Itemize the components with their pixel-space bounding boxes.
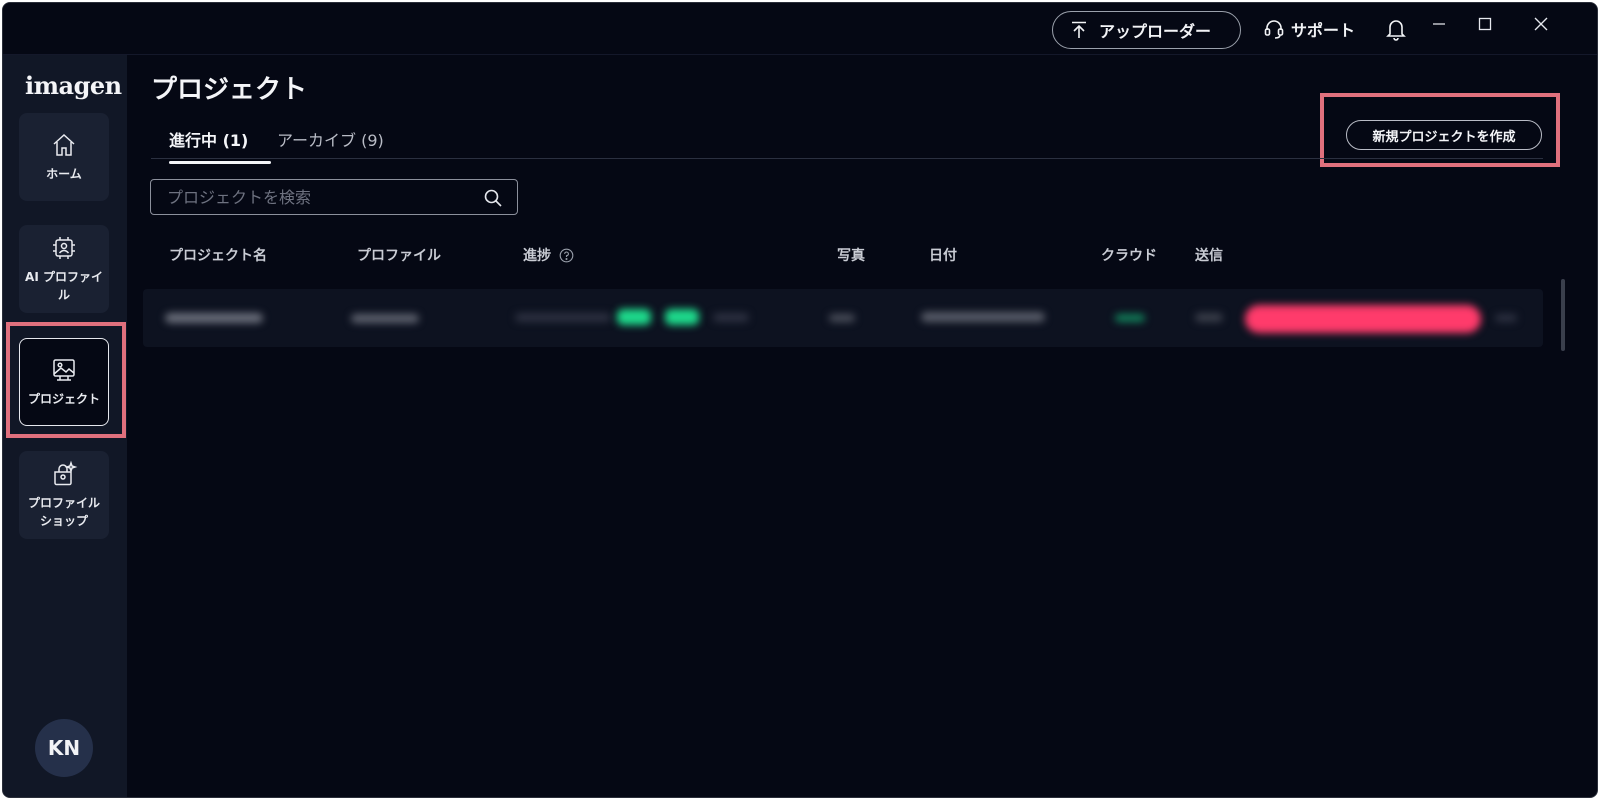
column-header-send[interactable]: 送信 (1195, 245, 1223, 265)
sidebar-item-ai-profile[interactable]: AI プロファイル (19, 225, 109, 313)
help-icon[interactable] (559, 248, 574, 263)
ai-profile-icon (53, 237, 75, 259)
blurred-row-menu[interactable] (1495, 314, 1517, 322)
column-label: 送信 (1195, 248, 1223, 264)
column-label: プロファイル (357, 248, 441, 264)
user-avatar[interactable]: KN (35, 719, 93, 777)
home-icon (53, 133, 75, 156)
minimize-icon (1433, 23, 1445, 25)
column-label: 写真 (837, 248, 865, 264)
sidebar-item-home[interactable]: ホーム (19, 113, 109, 201)
column-header-progress[interactable]: 進捗 (523, 245, 574, 265)
upload-icon (1072, 21, 1086, 38)
blurred-progress-text (713, 313, 749, 322)
blurred-date (921, 312, 1045, 322)
sidebar-item-label: AI プロファイル (25, 270, 103, 302)
column-label: プロジェクト名 (169, 248, 267, 264)
close-icon (1534, 17, 1548, 31)
headset-icon (1264, 20, 1284, 39)
tab-in-progress[interactable]: 進行中 (1) (167, 127, 271, 164)
maximize-button[interactable] (1471, 13, 1499, 35)
column-label: クラウド (1101, 248, 1157, 264)
search-input[interactable] (151, 180, 471, 214)
project-row[interactable] (143, 289, 1543, 347)
project-icon (53, 359, 75, 381)
blurred-project-name (165, 313, 263, 323)
blurred-send-status (1195, 313, 1223, 322)
project-search (150, 179, 518, 215)
active-tab-indicator (169, 161, 271, 164)
support-button[interactable]: サポート (1263, 17, 1355, 41)
maximize-icon (1478, 17, 1492, 31)
blurred-profile-name (351, 314, 419, 323)
column-header-photos[interactable]: 写真 (837, 245, 865, 265)
sidebar-item-profile-shop[interactable]: プロファイルショップ (19, 451, 109, 539)
uploader-button[interactable]: アップローダー (1052, 11, 1241, 49)
scrollbar[interactable] (1561, 279, 1565, 351)
tab-label: 進行中 (1) (169, 131, 249, 150)
blurred-progress-text (515, 313, 611, 322)
search-icon[interactable] (483, 188, 503, 208)
title-bar: アップローダー サポート (3, 3, 1597, 55)
support-label: サポート (1291, 21, 1356, 40)
app-window: アップローダー サポート imagen ホーム AI プロファイル プロジェクト… (2, 2, 1598, 798)
tab-label: アーカイブ (9) (277, 131, 384, 150)
blurred-progress-indicator (617, 309, 651, 325)
sidebar-item-label: プロジェクト (27, 392, 100, 406)
sidebar-item-projects[interactable]: プロジェクト (19, 338, 109, 426)
minimize-button[interactable] (1425, 13, 1453, 35)
blurred-send-button[interactable] (1245, 305, 1481, 333)
imagen-logo: imagen (25, 71, 122, 100)
column-label: 進捗 (523, 248, 551, 264)
uploader-label: アップローダー (1099, 22, 1212, 41)
blurred-photo-count (829, 314, 855, 322)
close-button[interactable] (1527, 13, 1555, 35)
column-header-date[interactable]: 日付 (929, 245, 957, 265)
sidebar-item-label: ホーム (46, 167, 82, 181)
page-title: プロジェクト (151, 75, 308, 105)
column-header-profile[interactable]: プロファイル (357, 245, 441, 265)
sidebar: imagen ホーム AI プロファイル プロジェクト プロファイルショップ K… (3, 55, 127, 797)
blurred-cloud-status (1115, 314, 1145, 322)
profile-shop-icon (54, 460, 78, 486)
blurred-progress-indicator (665, 309, 699, 325)
column-label: 日付 (929, 248, 957, 264)
notification-bell-icon[interactable] (1385, 17, 1407, 41)
tab-archive[interactable]: アーカイブ (9) (275, 127, 386, 151)
column-header-cloud[interactable]: クラウド (1101, 245, 1157, 265)
new-project-button[interactable]: 新規プロジェクトを作成 (1346, 120, 1542, 150)
column-header-project-name[interactable]: プロジェクト名 (169, 245, 267, 265)
sidebar-item-label: プロファイルショップ (27, 496, 100, 528)
project-tabs: 進行中 (1) アーカイブ (9) (151, 121, 1543, 164)
